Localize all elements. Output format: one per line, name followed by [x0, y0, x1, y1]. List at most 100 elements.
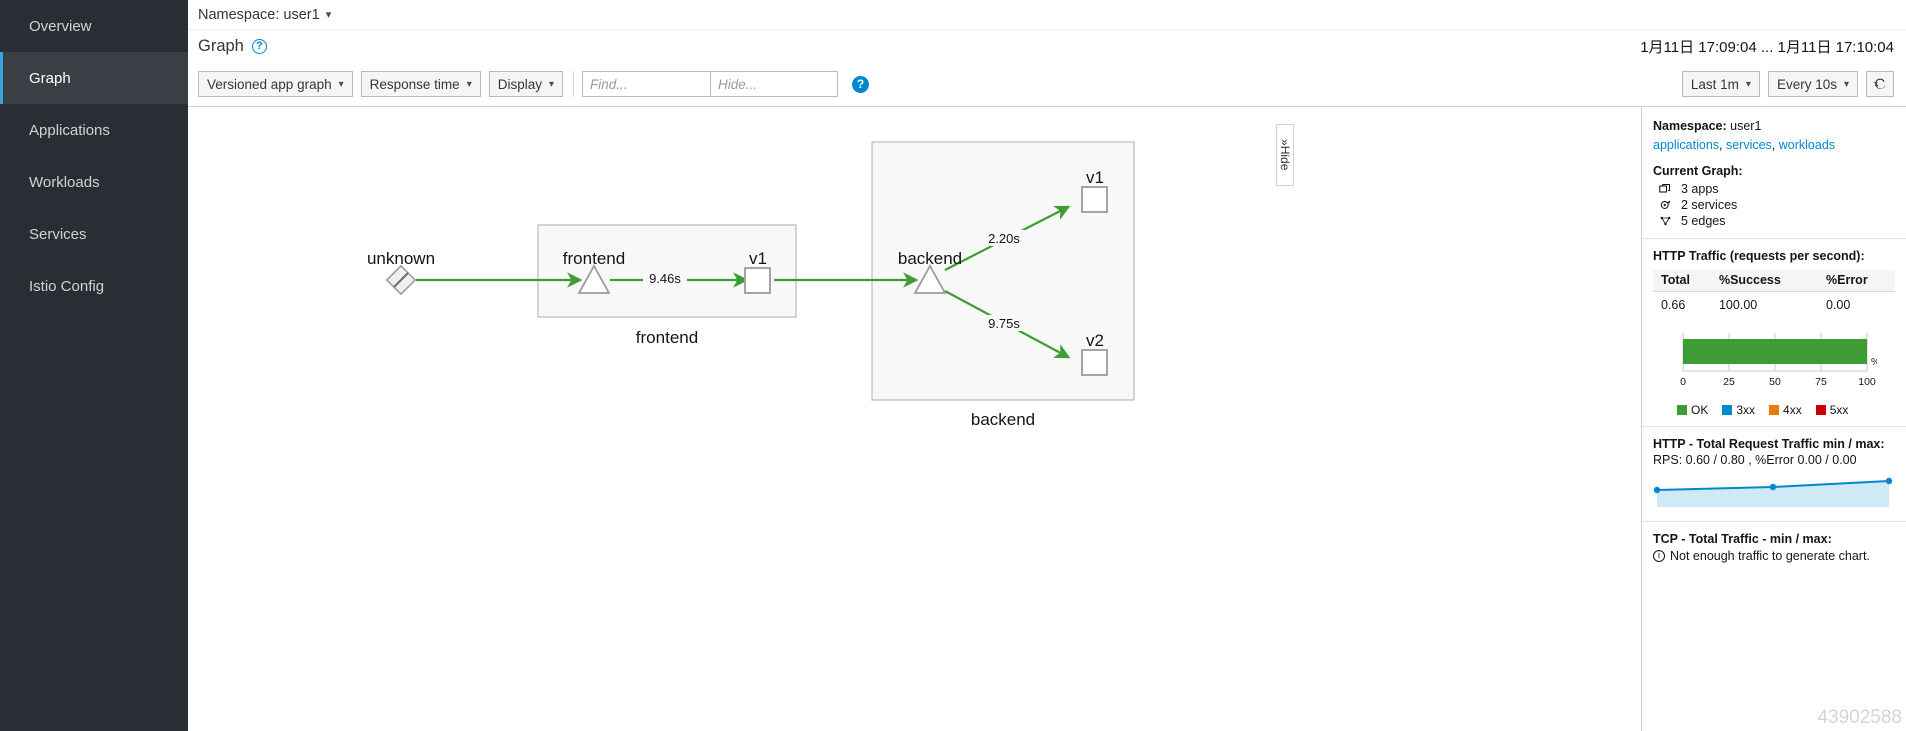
http-total-sparkline — [1653, 477, 1893, 507]
graph-type-dropdown[interactable]: Versioned app graph ▾ — [198, 71, 353, 97]
legend-swatch-3xx — [1722, 404, 1733, 415]
edge-label-backend-v1: 2.20s — [988, 231, 1020, 246]
http-total-title: HTTP - Total Request Traffic min / max: — [1653, 436, 1885, 451]
node-frontend-v1[interactable]: v1 — [744, 249, 771, 294]
sidebar-item-label: Applications — [29, 121, 110, 139]
graph-toolbar: Versioned app graph ▾ Response time ▾ Di… — [188, 62, 1906, 107]
namespace-summary-value: user1 — [1730, 119, 1762, 133]
hide-panel-toggle[interactable]: »Hide — [1276, 124, 1294, 186]
sidebar-item-overview[interactable]: Overview — [0, 0, 188, 52]
namespace-selector[interactable]: Namespace: user1 ▾ — [198, 7, 331, 23]
info-circle-icon: i — [1653, 549, 1665, 562]
http-total-value: RPS: 0.60 / 0.80 , %Error 0.00 / 0.00 — [1653, 452, 1857, 467]
x-tick-50: 50 — [1769, 376, 1781, 388]
legend-4xx[interactable]: 4xx — [1769, 403, 1802, 417]
namespace-summary-section: Namespace: user1 applications, services,… — [1642, 107, 1906, 238]
main-content: Namespace: user1 ▾ Graph ? 1月11日 17:09:0… — [188, 0, 1906, 731]
sidebar-item-label: Workloads — [29, 173, 100, 191]
refresh-interval-dropdown[interactable]: Every 10s ▾ — [1767, 71, 1858, 97]
sidebar-item-istio-config[interactable]: Istio Config — [0, 260, 188, 312]
sidebar-item-graph[interactable]: Graph — [0, 52, 188, 104]
node-label: v2 — [1086, 331, 1104, 350]
legend-swatch-ok — [1677, 404, 1687, 415]
link-services[interactable]: services — [1726, 138, 1772, 152]
sidebar-item-label: Istio Config — [29, 277, 105, 295]
sidebar-item-services[interactable]: Services — [0, 208, 188, 260]
refresh-interval-label: Every 10s — [1776, 76, 1837, 92]
node-unknown[interactable]: unknown — [367, 249, 435, 296]
graph-canvas[interactable]: frontend backend 9.46s 2.20s 9.75s unkno… — [188, 107, 1641, 731]
graph-body: frontend backend 9.46s 2.20s 9.75s unkno… — [188, 107, 1906, 731]
chevron-down-icon: ▾ — [548, 78, 555, 90]
graph-header: Graph ? 1月11日 17:09:04 ... 1月11日 17:10:0… — [188, 30, 1906, 62]
namespace-summary-label: Namespace: — [1653, 119, 1727, 133]
namespace-selector-label: Namespace: user1 — [198, 6, 320, 23]
namespace-links: applications, services, workloads — [1653, 137, 1836, 152]
stat-services: 2 services — [1655, 197, 1895, 213]
col-total: Total — [1653, 269, 1711, 292]
link-workloads[interactable]: workloads — [1779, 138, 1835, 152]
http-total-section: HTTP - Total Request Traffic min / max: … — [1642, 425, 1906, 521]
watermark: 43902588 — [1817, 707, 1902, 728]
hide-panel-label: »Hide — [1278, 139, 1292, 171]
http-traffic-title: HTTP Traffic (requests per second): — [1653, 248, 1865, 263]
x-tick-100: 100 — [1858, 376, 1876, 388]
refresh-icon — [1873, 78, 1886, 89]
edge-label-backend-v2: 9.75s — [988, 316, 1020, 331]
chevron-down-icon: ▾ — [338, 78, 344, 90]
http-traffic-section: HTTP Traffic (requests per second): Tota… — [1642, 237, 1906, 426]
time-range-label: 1月11日 17:09:04 ... 1月11日 17:10:04 — [1640, 39, 1894, 56]
refresh-button[interactable] — [1866, 71, 1894, 97]
sidebar-item-workloads[interactable]: Workloads — [0, 156, 188, 208]
chevron-down-icon: ▾ — [325, 9, 332, 21]
cell-total: 0.66 — [1661, 297, 1686, 312]
service-graph[interactable]: frontend backend 9.46s 2.20s 9.75s unkno… — [188, 107, 1608, 687]
legend-ok[interactable]: OK — [1677, 403, 1708, 417]
legend-3xx[interactable]: 3xx — [1722, 403, 1755, 417]
sidebar-item-applications[interactable]: Applications — [0, 104, 188, 156]
edge-label-frontend-v1: 9.46s — [649, 271, 681, 286]
current-graph-title: Current Graph: — [1653, 163, 1743, 178]
x-tick-25: 25 — [1723, 376, 1735, 388]
node-label: v1 — [749, 249, 767, 268]
node-backend-v2[interactable]: v2 — [1081, 331, 1108, 376]
edges-icon — [1655, 215, 1675, 227]
edge-labels-label: Response time — [369, 76, 460, 92]
table-row: 0.66 100.00 0.00 — [1653, 291, 1895, 317]
graph-type-label: Versioned app graph — [207, 76, 332, 92]
edge-labels-dropdown[interactable]: Response time ▾ — [360, 71, 481, 97]
x-tick-75: 75 — [1815, 376, 1827, 388]
tcp-total-title: TCP - Total Traffic - min / max: — [1653, 531, 1832, 546]
node-label: v1 — [1086, 168, 1104, 187]
node-backend-v1[interactable]: v1 — [1081, 168, 1108, 213]
response-code-legend: OK 3xx 4xx 5xx — [1653, 403, 1895, 417]
duration-dropdown[interactable]: Last 1m ▾ — [1681, 71, 1760, 97]
col-success: %Success — [1710, 269, 1818, 292]
question-circle-icon[interactable]: ? — [852, 75, 870, 93]
question-circle-icon[interactable]: ? — [251, 38, 267, 54]
link-applications[interactable]: applications — [1653, 138, 1719, 152]
namespace-bar: Namespace: user1 ▾ — [188, 0, 1906, 30]
sidebar-item-label: Services — [29, 225, 87, 243]
summary-side-panel: Namespace: user1 applications, services,… — [1641, 107, 1906, 731]
chart-unit-label: % — [1871, 357, 1877, 368]
legend-5xx[interactable]: 5xx — [1815, 403, 1848, 417]
cell-error: 0.00 — [1826, 297, 1851, 312]
services-icon — [1655, 199, 1675, 211]
chevron-down-icon: ▾ — [466, 78, 472, 90]
chevron-down-icon: ▾ — [1843, 78, 1849, 90]
toolbar-right-group: Last 1m ▾ Every 10s ▾ — [1681, 71, 1894, 97]
display-label: Display — [497, 76, 542, 92]
hide-input[interactable] — [710, 71, 839, 97]
response-code-chart: % 0 25 50 75 100 — [1653, 331, 1895, 396]
find-input[interactable] — [582, 71, 711, 97]
cluster-label: frontend — [636, 328, 698, 347]
chevron-down-icon: ▾ — [1745, 78, 1751, 90]
tcp-total-section: TCP - Total Traffic - min / max: i Not e… — [1642, 520, 1906, 572]
table-header-row: Total %Success %Error — [1653, 269, 1895, 292]
display-dropdown[interactable]: Display ▾ — [488, 71, 564, 97]
sidebar-item-label: Overview — [29, 17, 92, 35]
col-error: %Error — [1818, 269, 1895, 292]
stat-apps-label: 3 apps — [1681, 181, 1719, 196]
x-tick-0: 0 — [1680, 376, 1686, 388]
